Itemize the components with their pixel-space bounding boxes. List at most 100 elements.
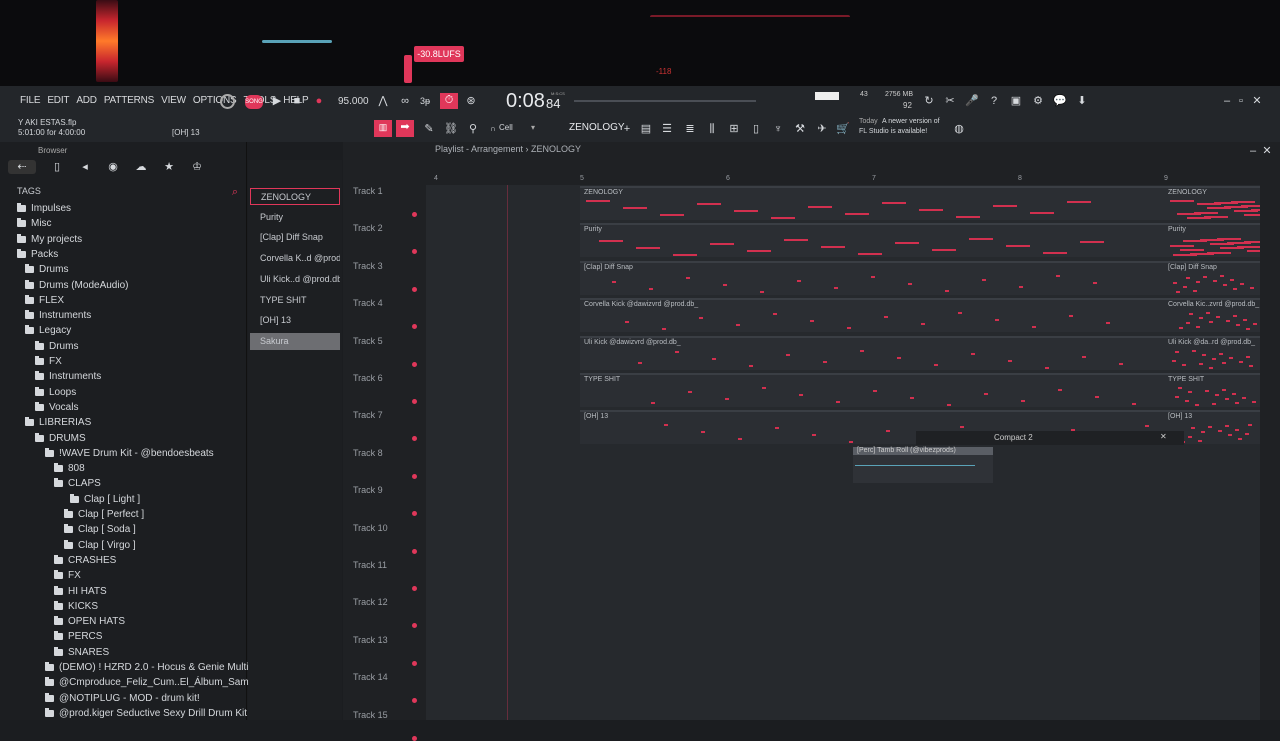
menu-file[interactable]: FILE: [18, 95, 42, 106]
song-mode-icon[interactable]: SONG: [245, 95, 263, 109]
tools-icon[interactable]: ⚒: [793, 122, 807, 136]
track-header[interactable]: Track 1: [353, 186, 433, 196]
track-mute-dot[interactable]: [412, 361, 417, 367]
bird-icon[interactable]: ✈: [815, 122, 829, 136]
playlist-clip[interactable]: ZENOLOGY: [580, 186, 1164, 220]
wait-input-icon[interactable]: ⏱: [440, 93, 458, 109]
track-header[interactable]: Track 10: [353, 523, 433, 533]
playlist-clip[interactable]: ZENOLOGY: [1164, 186, 1260, 220]
browser-item[interactable]: OPEN HATS: [54, 615, 125, 629]
browser-item[interactable]: Impulses: [17, 202, 71, 216]
mixer-icon[interactable]: ⫼: [705, 122, 719, 136]
menu-patterns[interactable]: PATTERNS: [102, 95, 156, 106]
playlist-minimize-icon[interactable]: –: [1246, 144, 1260, 158]
channel-item[interactable]: ZENOLOGY: [250, 188, 340, 205]
pattern-selector[interactable]: ZENOLOGY: [569, 122, 625, 133]
undo-icon[interactable]: ↻: [922, 94, 936, 108]
browser-item[interactable]: PERCS: [54, 630, 102, 644]
browser-item[interactable]: (DEMO) ! HZRD 2.0 - Hocus & Genie Multi-…: [45, 661, 263, 675]
plugin-picker-icon[interactable]: ♆: [771, 122, 785, 136]
browser-item[interactable]: Drums: [35, 340, 78, 354]
browser-item[interactable]: Instruments: [35, 370, 101, 384]
track-mute-dot[interactable]: [412, 212, 417, 217]
record-icon[interactable]: ●: [312, 94, 326, 108]
play-icon[interactable]: ▶: [270, 94, 284, 108]
pattern-song-toggle-icon[interactable]: [220, 94, 235, 109]
track-mute-dot[interactable]: [412, 324, 417, 330]
track-header[interactable]: Track 12: [353, 597, 433, 607]
track-header[interactable]: Track 8: [353, 448, 433, 458]
browser-item[interactable]: FX: [54, 569, 81, 583]
browser-item[interactable]: !WAVE Drum Kit - @bendoesbeats: [45, 447, 214, 461]
browser-item[interactable]: Legacy: [25, 324, 71, 338]
browser-item[interactable]: KICKS: [54, 600, 98, 614]
track-mute-dot[interactable]: [412, 660, 417, 666]
browser-item[interactable]: Packs: [17, 248, 58, 262]
browser-item[interactable]: Vocals: [35, 401, 78, 415]
track-header[interactable]: Track 6: [353, 373, 433, 383]
track-mute-dot[interactable]: [412, 511, 417, 517]
stamp-icon[interactable]: ⚲: [466, 122, 480, 136]
browser-item[interactable]: LIBRERIAS: [25, 416, 91, 430]
track-mute-dot[interactable]: [412, 249, 417, 255]
track-header[interactable]: Track 13: [353, 635, 433, 645]
arrangement-grid[interactable]: ZENOLOGY ZENOLOGY Purity Purity [Clap] Diff …: [426, 185, 1260, 720]
popup-clip[interactable]: [Perc] Tamb Roll (@vibezprods): [853, 447, 993, 483]
browser-file-icon[interactable]: ▯: [50, 160, 64, 174]
playlist-clip[interactable]: Corvella Kick @dawizvrd @prod.db_: [580, 298, 1164, 333]
playlist-clip[interactable]: Uli Kick @da..rd @prod.db_: [1164, 335, 1260, 370]
menu-edit[interactable]: EDIT: [45, 95, 71, 106]
browser-item[interactable]: Clap [ Soda ]: [64, 523, 136, 537]
browser-plugin-icon[interactable]: ◉: [106, 160, 120, 174]
playlist-close-icon[interactable]: ✕: [1260, 144, 1274, 158]
stop-icon[interactable]: ■: [290, 94, 304, 108]
channel-item[interactable]: Sakura: [250, 332, 340, 350]
track-header[interactable]: Track 9: [353, 485, 433, 495]
browser-item[interactable]: Instruments: [25, 309, 91, 323]
link-icon[interactable]: ⛓: [444, 122, 458, 136]
browser-item[interactable]: Clap [ Perfect ]: [64, 508, 144, 522]
browser-item[interactable]: Drums (ModeAudio): [25, 279, 128, 293]
minimize-icon[interactable]: –: [1220, 94, 1234, 108]
track-header[interactable]: Track 4: [353, 298, 433, 308]
playlist-clip[interactable]: [Clap] Diff Snap: [1164, 260, 1260, 295]
browser-cloud-icon[interactable]: ☁: [134, 160, 148, 174]
browser-item[interactable]: @NOTIPLUG - MOD - drum kit!: [45, 692, 200, 706]
save-icon[interactable]: ▣: [1009, 94, 1023, 108]
docs-icon[interactable]: ▯: [749, 122, 763, 136]
browser-item[interactable]: Clap [ Virgo ]: [64, 539, 136, 553]
browser-item[interactable]: Clap [ Light ]: [70, 493, 140, 507]
channel-item[interactable]: Uli Kick..d @prod.db_: [250, 271, 340, 288]
track-mute-dot[interactable]: [412, 399, 417, 404]
browser-item[interactable]: CRASHES: [54, 554, 116, 568]
playhead[interactable]: [507, 185, 508, 720]
playlist-clip[interactable]: Uli Kick @dawizvrd @prod.db_: [580, 335, 1164, 370]
search-icon[interactable]: ⌕: [228, 185, 242, 199]
channel-item[interactable]: [Clap] Diff Snap: [250, 229, 340, 246]
playlist-clip[interactable]: TYPE SHIT: [1164, 373, 1260, 407]
browser-item[interactable]: Misc: [17, 217, 52, 231]
track-mute-dot[interactable]: [412, 473, 417, 479]
piano-roll-icon[interactable]: ☰: [660, 122, 674, 136]
browser-item[interactable]: My projects: [17, 233, 82, 247]
track-mute-dot[interactable]: [412, 548, 417, 554]
download-icon[interactable]: ⬇: [1075, 94, 1089, 108]
close-icon[interactable]: ✕: [1250, 94, 1264, 108]
metronome-icon[interactable]: ⋀: [376, 94, 390, 108]
track-mute-dot[interactable]: [412, 698, 417, 704]
browser-item[interactable]: FLEX: [25, 294, 64, 308]
track-mute-dot[interactable]: [412, 735, 417, 741]
track-header[interactable]: Track 14: [353, 672, 433, 682]
add-pattern-icon[interactable]: +: [620, 122, 634, 136]
help-icon[interactable]: ?: [987, 94, 1001, 108]
playlist-clip[interactable]: Purity: [1164, 223, 1260, 258]
playlist-view-icon[interactable]: ▥: [374, 120, 392, 137]
menu-add[interactable]: ADD: [74, 95, 99, 106]
magnet-icon[interactable]: ∩: [486, 122, 500, 136]
playlist-clip[interactable]: Corvella Kic..zvrd @prod.db_: [1164, 298, 1260, 333]
track-mute-dot[interactable]: [412, 623, 417, 629]
track-mute-dot[interactable]: [412, 436, 417, 442]
plugin-icon[interactable]: ⚙: [1031, 94, 1045, 108]
browser-item[interactable]: FX: [35, 355, 62, 369]
browser-tag-icon[interactable]: ♔: [190, 160, 204, 174]
